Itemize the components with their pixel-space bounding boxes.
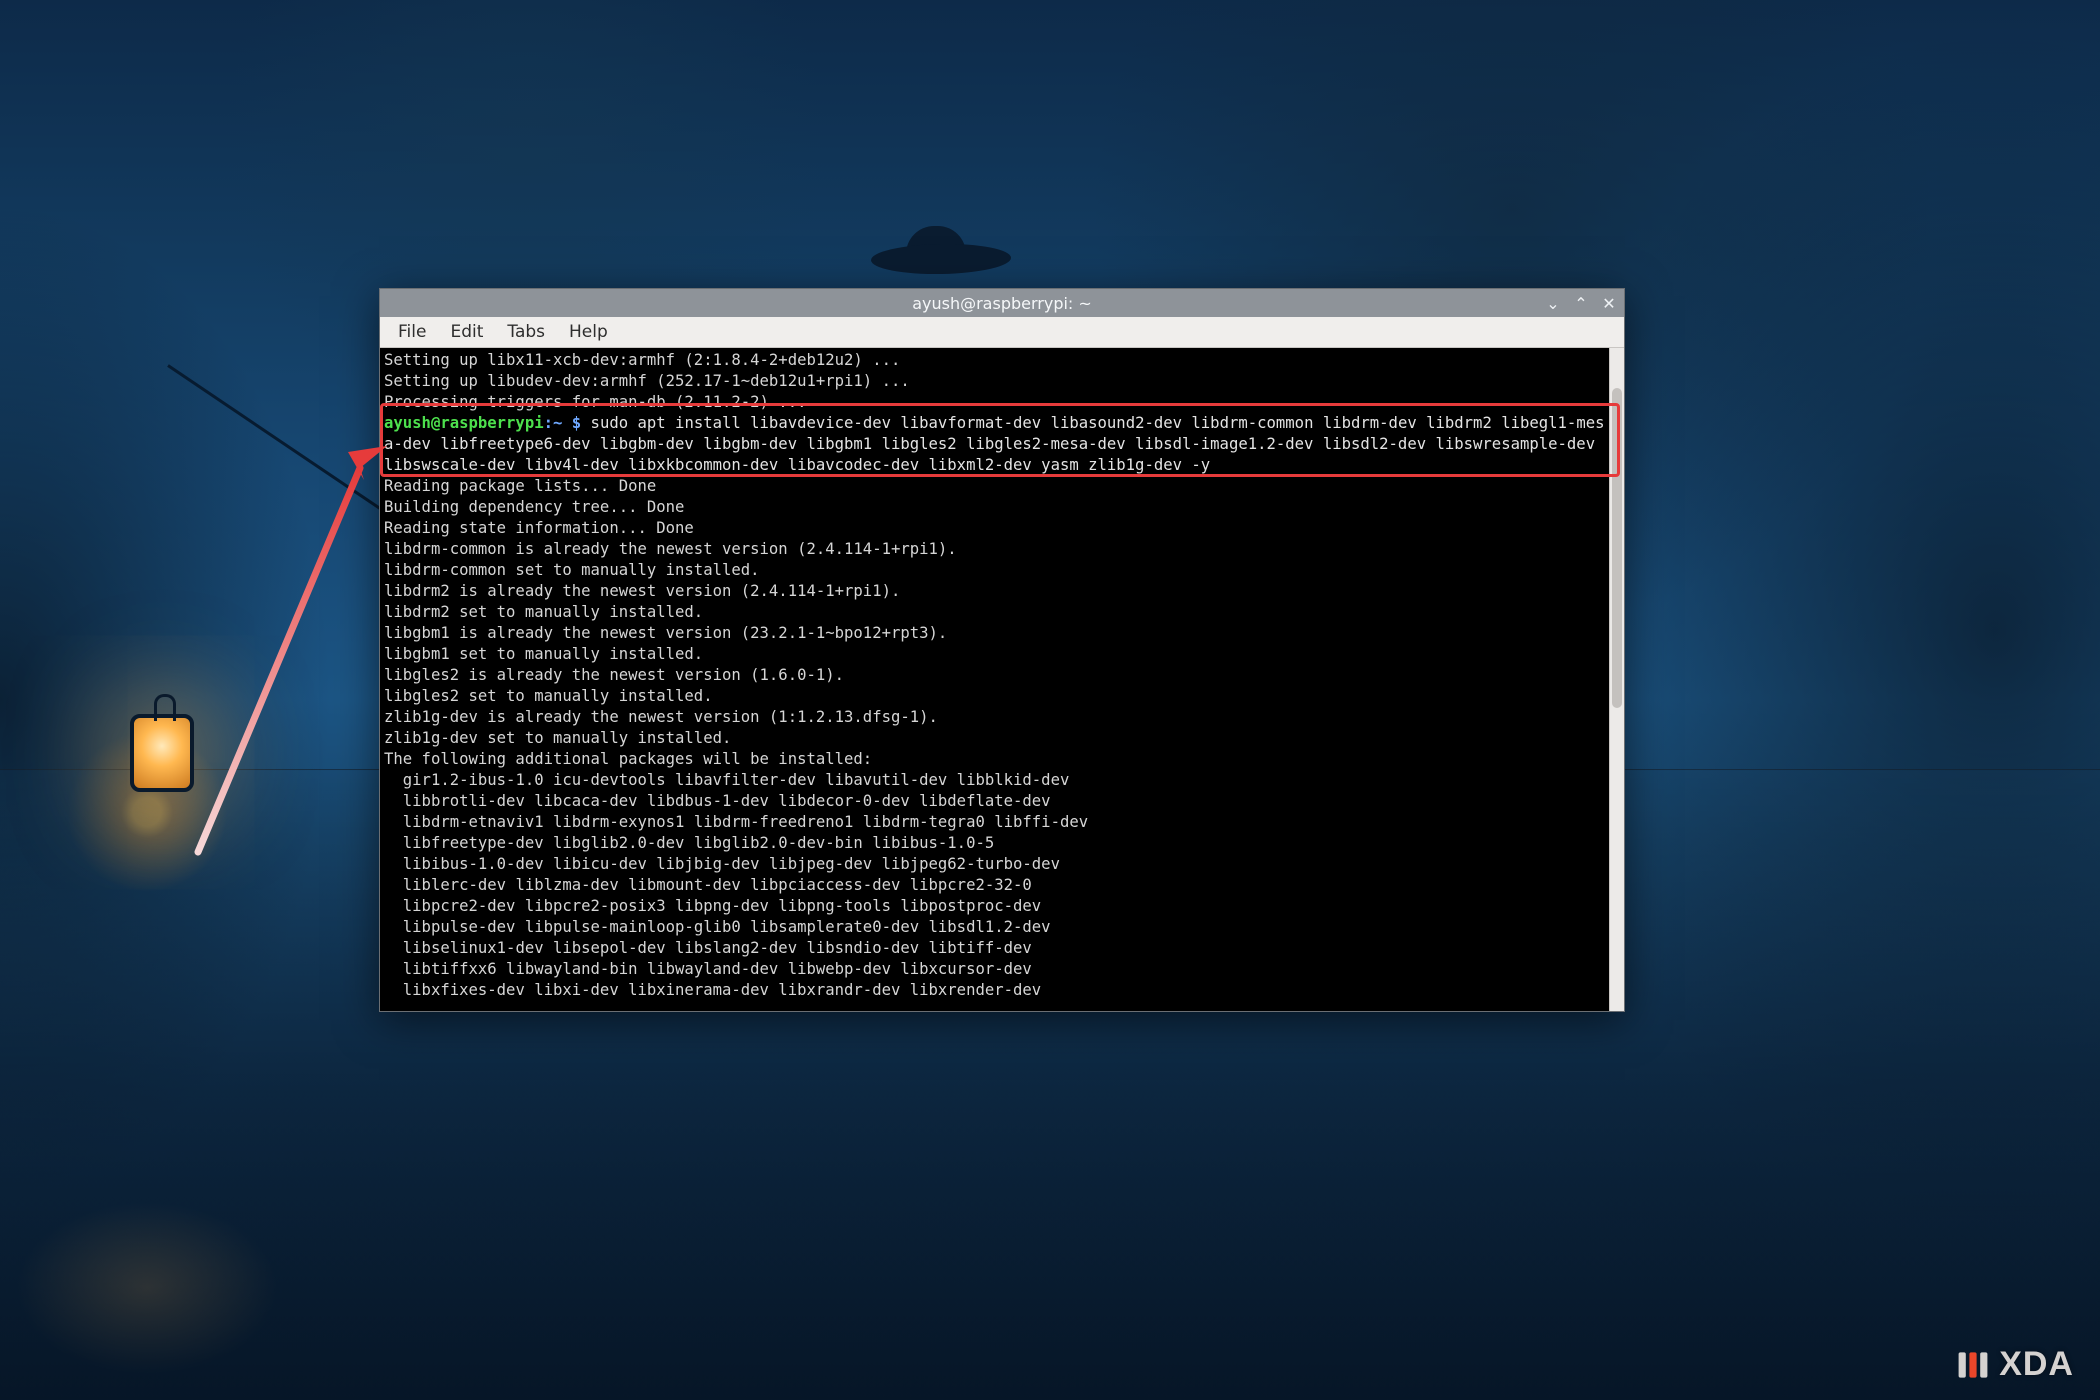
xda-watermark-text: XDA <box>1999 1345 2074 1384</box>
terminal-viewport: Setting up libx11-xcb-dev:armhf (2:1.8.4… <box>380 348 1624 1011</box>
window-controls: ⌄ ⌃ ✕ <box>1544 289 1618 317</box>
menu-bar: File Edit Tabs Help <box>380 317 1624 348</box>
menu-edit[interactable]: Edit <box>440 320 493 344</box>
xda-logo-icon <box>1955 1347 1991 1383</box>
terminal-body[interactable]: Setting up libx11-xcb-dev:armhf (2:1.8.4… <box>380 348 1609 1011</box>
xda-watermark: XDA <box>1955 1345 2074 1384</box>
close-button[interactable]: ✕ <box>1600 294 1618 313</box>
maximize-button[interactable]: ⌃ <box>1572 294 1590 313</box>
minimize-button[interactable]: ⌄ <box>1544 294 1562 313</box>
menu-file[interactable]: File <box>388 320 436 344</box>
terminal-window: ayush@raspberrypi: ~ ⌄ ⌃ ✕ File Edit Tab… <box>379 288 1625 1012</box>
menu-tabs[interactable]: Tabs <box>497 320 555 344</box>
vertical-scrollbar[interactable] <box>1609 348 1624 1011</box>
terminal-output: Setting up libx11-xcb-dev:armhf (2:1.8.4… <box>384 350 1605 1001</box>
window-title: ayush@raspberrypi: ~ <box>912 294 1092 313</box>
scrollbar-thumb[interactable] <box>1612 388 1622 708</box>
wallpaper-lantern <box>130 714 194 792</box>
window-titlebar[interactable]: ayush@raspberrypi: ~ ⌄ ⌃ ✕ <box>380 289 1624 317</box>
menu-help[interactable]: Help <box>559 320 618 344</box>
